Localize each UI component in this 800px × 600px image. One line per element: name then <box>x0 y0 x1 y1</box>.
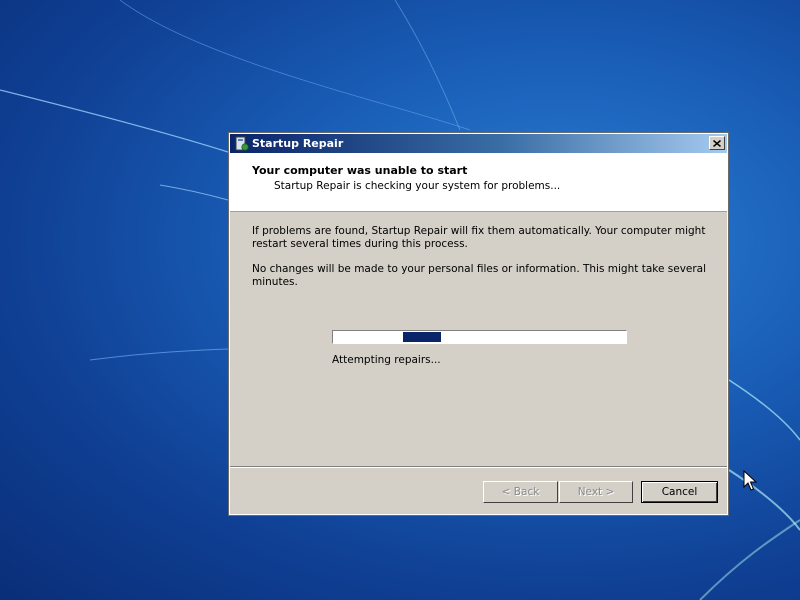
cancel-button[interactable]: Cancel <box>641 481 718 503</box>
next-button[interactable]: Next > <box>559 481 633 503</box>
footer-divider <box>230 466 727 468</box>
progress-marquee-chunk <box>403 332 441 342</box>
title-bar[interactable]: Startup Repair <box>230 134 727 153</box>
startup-repair-icon <box>235 136 249 151</box>
close-button[interactable] <box>709 136 725 150</box>
progress-bar <box>332 330 627 344</box>
dialog-header: Your computer was unable to start Startu… <box>230 153 727 212</box>
back-button[interactable]: < Back <box>483 481 558 503</box>
info-paragraph-no-changes: No changes will be made to your personal… <box>252 263 707 288</box>
info-paragraph-auto-fix: If problems are found, Startup Repair wi… <box>252 225 706 250</box>
close-icon <box>713 139 721 147</box>
startup-repair-dialog: Startup Repair Your computer was unable … <box>228 132 729 516</box>
header-subtitle: Startup Repair is checking your system f… <box>274 180 561 192</box>
mouse-cursor-icon <box>743 470 757 491</box>
header-title: Your computer was unable to start <box>252 164 468 177</box>
progress-label: Attempting repairs... <box>332 354 441 366</box>
window-title: Startup Repair <box>252 137 344 150</box>
